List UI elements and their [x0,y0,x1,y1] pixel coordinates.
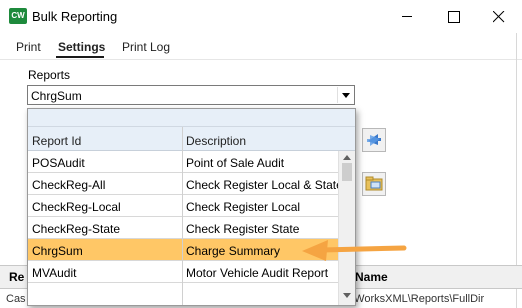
column-header-description[interactable]: Description [186,134,246,148]
active-tab-indicator [56,56,104,58]
folder-icon [365,176,383,191]
scroll-up-icon[interactable] [343,155,351,160]
chevron-down-icon[interactable] [337,87,353,103]
report-description: Check Register Local [186,200,301,214]
list-item[interactable]: MVAudit Motor Vehicle Audit Report [28,261,338,283]
maximize-button[interactable] [430,0,476,33]
report-id: POSAudit [32,156,85,170]
list-item[interactable]: CheckReg-All Check Register Local & Stat… [28,173,343,195]
report-id: ChrgSum [32,244,83,258]
reports-dropdown-list[interactable]: Report Id Description POSAudit Point of … [27,108,356,306]
dropdown-filter-row [28,109,355,127]
list-item[interactable]: POSAudit Point of Sale Audit [28,151,338,173]
column-divider [182,127,183,305]
browse-folder-button[interactable] [362,172,386,196]
report-description: Charge Summary [186,244,281,258]
tab-settings[interactable]: Settings [58,40,105,54]
report-id: MVAudit [32,266,77,280]
column-header-report-id[interactable]: Report Id [32,134,81,148]
title-bar: CW Bulk Reporting [0,0,522,33]
refresh-button[interactable] [362,128,386,152]
reports-combobox[interactable]: ChrgSum [27,85,355,105]
grid-cell-report[interactable]: Cas [6,293,26,305]
list-item[interactable]: CheckReg-Local Check Register Local [28,195,338,217]
tab-print-log[interactable]: Print Log [122,40,170,54]
app-icon: CW [9,8,27,24]
scrollbar-thumb[interactable] [342,163,352,181]
tab-print[interactable]: Print [16,40,41,54]
refresh-icon [367,134,381,146]
report-id: CheckReg-Local [32,200,121,214]
report-id: CheckReg-State [32,222,121,236]
report-description: Motor Vehicle Audit Report [186,266,329,280]
report-description: Point of Sale Audit [186,156,285,170]
close-icon [493,11,505,23]
report-description: Check Register State [186,222,300,236]
grid-header-report: Re [9,270,25,284]
close-button[interactable] [476,0,522,33]
list-item-selected[interactable]: ChrgSum Charge Summary [28,239,338,261]
report-description: Check Register Local & State [186,178,343,192]
window-title: Bulk Reporting [32,9,118,24]
dropdown-scrollbar[interactable] [338,151,355,305]
minimize-button[interactable] [384,0,430,33]
dropdown-header: Report Id Description [28,127,355,151]
list-item[interactable]: CheckReg-State Check Register State [28,217,338,239]
grid-cell-path[interactable]: rkWorksXML\Reports\FullDir [345,293,484,305]
scroll-down-icon[interactable] [343,293,351,298]
tab-divider [0,59,522,60]
reports-label: Reports [28,68,71,82]
annotation-arrow-icon [302,240,407,261]
reports-selected-value: ChrgSum [31,89,82,103]
report-id: CheckReg-All [32,178,106,192]
